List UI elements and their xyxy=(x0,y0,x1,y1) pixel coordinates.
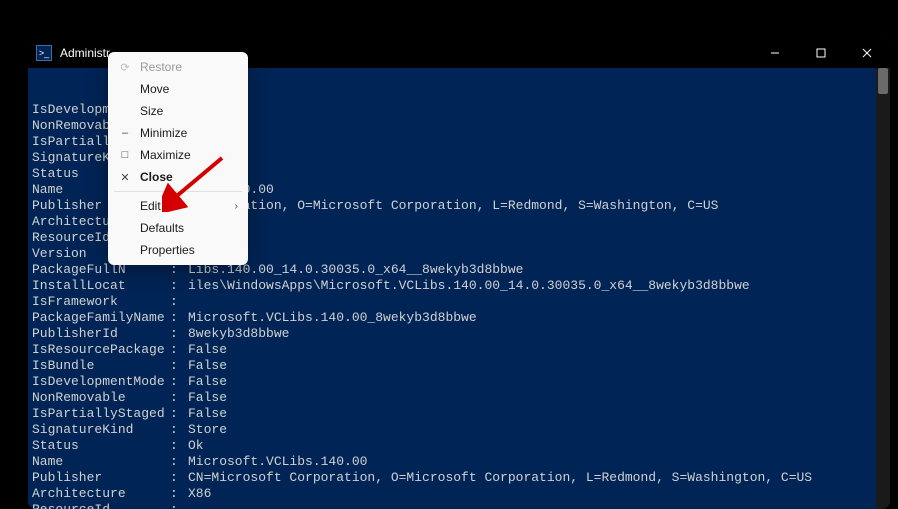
property-value: X86 xyxy=(188,486,886,502)
scroll-thumb[interactable] xyxy=(878,68,888,94)
menu-item-maximize[interactable]: □Maximize xyxy=(108,144,248,166)
maximize-button[interactable] xyxy=(798,38,844,68)
menu-item-label: Restore xyxy=(134,60,238,74)
property-key: NonRemovable xyxy=(32,390,170,406)
property-value: Microsoft.VCLibs.140.00_8wekyb3d8bbwe xyxy=(188,310,886,326)
property-value xyxy=(188,230,886,246)
property-value: Ok xyxy=(188,438,886,454)
property-value: CN=Microsoft Corporation, O=Microsoft Co… xyxy=(188,470,886,486)
menu-item-restore: ⟳Restore xyxy=(108,56,248,78)
property-key: IsBundle xyxy=(32,358,170,374)
menu-item-move[interactable]: Move xyxy=(108,78,248,100)
window-controls xyxy=(752,38,890,68)
output-line: PublisherId: 8wekyb3d8bbwe xyxy=(32,326,886,342)
menu-item-label: Properties xyxy=(134,243,238,257)
property-value: Libs.140.00_14.0.30035.0_x64__8wekyb3d8b… xyxy=(188,262,886,278)
property-value: 8wekyb3d8bbwe xyxy=(188,326,886,342)
menu-item-minimize[interactable]: –Minimize xyxy=(108,122,248,144)
property-key: SignatureKind xyxy=(32,422,170,438)
property-value: Libs.140.00 xyxy=(188,182,886,198)
property-value: Microsoft.VCLibs.140.00 xyxy=(188,454,886,470)
output-line: IsBundle: False xyxy=(32,358,886,374)
menu-separator xyxy=(114,191,242,192)
window-title: Administr xyxy=(60,46,110,60)
output-line: NonRemovable: False xyxy=(32,390,886,406)
property-key: ResourceId xyxy=(32,502,170,509)
property-value: False xyxy=(188,390,886,406)
menu-item-label: Move xyxy=(134,82,238,96)
output-line: IsDevelopmentMode: False xyxy=(32,374,886,390)
system-context-menu: ⟳RestoreMoveSize–Minimize□Maximize✕Close… xyxy=(108,52,248,265)
output-line: SignatureKind: Store xyxy=(32,422,886,438)
property-value: False xyxy=(188,358,886,374)
menu-item-label: Defaults xyxy=(134,221,238,235)
close-button[interactable] xyxy=(844,38,890,68)
output-line: Architecture: X86 xyxy=(32,486,886,502)
chevron-right-icon: › xyxy=(235,201,238,212)
property-key: IsDevelopmentMode xyxy=(32,374,170,390)
menu-item-size[interactable]: Size xyxy=(108,100,248,122)
menu-item-label: Size xyxy=(134,104,238,118)
property-key: IsFramework xyxy=(32,294,170,310)
property-value: False xyxy=(188,406,886,422)
minimize-button[interactable] xyxy=(752,38,798,68)
maximize-icon xyxy=(816,48,826,58)
menu-item-label: Close xyxy=(134,170,238,184)
menu-item-edit[interactable]: Edit› xyxy=(108,195,248,217)
property-value xyxy=(188,246,886,262)
output-line: Status: Ok xyxy=(32,438,886,454)
output-line: IsPartiallyStaged: False xyxy=(32,406,886,422)
maximize-icon: □ xyxy=(116,149,134,161)
menu-item-properties[interactable]: Properties xyxy=(108,239,248,261)
minimize-icon: – xyxy=(116,127,134,139)
output-line: IsFramework: xyxy=(32,294,886,310)
property-key: Name xyxy=(32,454,170,470)
close-icon: ✕ xyxy=(116,171,134,184)
menu-item-defaults[interactable]: Defaults xyxy=(108,217,248,239)
menu-item-close[interactable]: ✕Close xyxy=(108,166,248,188)
property-value xyxy=(188,214,886,230)
property-key: Status xyxy=(32,438,170,454)
property-value: Corporation, O=Microsoft Corporation, L=… xyxy=(188,198,886,214)
scrollbar[interactable] xyxy=(876,68,890,509)
output-line: PackageFamilyName: Microsoft.VCLibs.140.… xyxy=(32,310,886,326)
property-value: iles\WindowsApps\Microsoft.VCLibs.140.00… xyxy=(188,278,886,294)
output-line: Publisher: CN=Microsoft Corporation, O=M… xyxy=(32,470,886,486)
menu-item-label: Edit xyxy=(134,199,235,213)
menu-item-label: Minimize xyxy=(134,126,238,140)
property-value xyxy=(188,294,886,310)
output-line: InstallLocat: iles\WindowsApps\Microsoft… xyxy=(32,278,886,294)
property-value: False xyxy=(188,342,886,358)
output-line: ResourceId: xyxy=(32,502,886,509)
property-key: PackageFamilyName xyxy=(32,310,170,326)
output-line: IsResourcePackage: False xyxy=(32,342,886,358)
close-icon xyxy=(862,48,872,58)
property-value: False xyxy=(188,374,886,390)
property-value: Store xyxy=(188,422,886,438)
powershell-icon[interactable]: >_ xyxy=(36,45,52,61)
property-key: InstallLocat xyxy=(32,278,170,294)
property-key: IsResourcePackage xyxy=(32,342,170,358)
menu-item-label: Maximize xyxy=(134,148,238,162)
minimize-icon xyxy=(770,48,780,58)
output-line: Name: Microsoft.VCLibs.140.00 xyxy=(32,454,886,470)
property-key: Publisher xyxy=(32,470,170,486)
property-key: PublisherId xyxy=(32,326,170,342)
property-key: IsPartiallyStaged xyxy=(32,406,170,422)
property-value xyxy=(188,502,886,509)
restore-icon: ⟳ xyxy=(116,61,134,74)
property-key: Architecture xyxy=(32,486,170,502)
